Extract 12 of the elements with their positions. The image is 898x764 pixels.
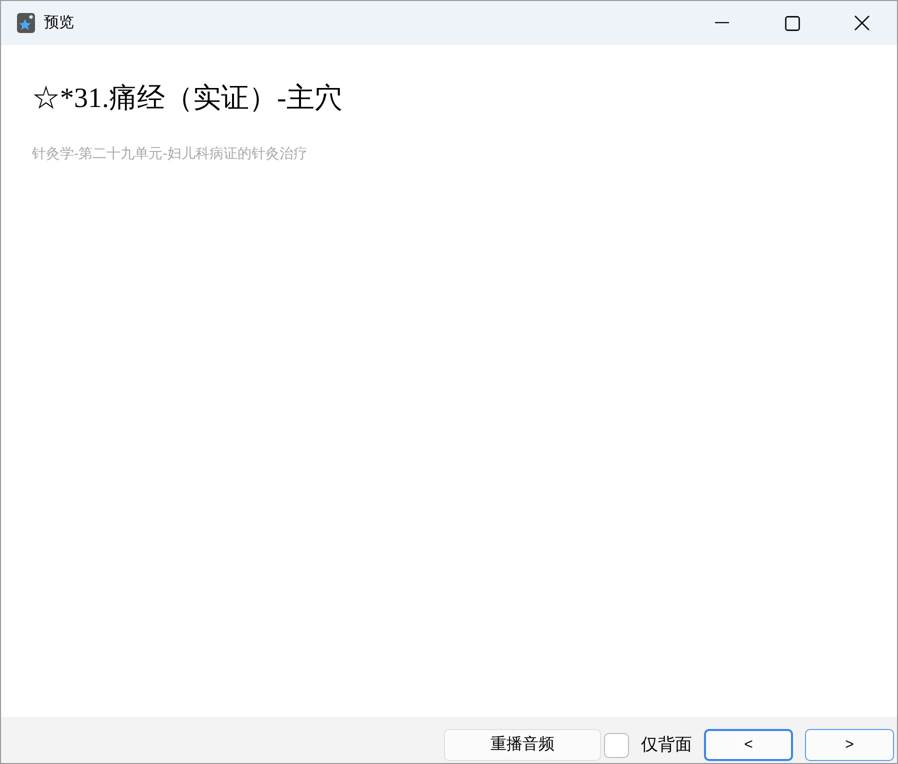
nav-button[interactable]: < [704, 729, 793, 761]
card-subtitle: 针灸学-第二十九单元-妇儿科病证的针灸治疗 [32, 144, 308, 163]
close-icon [854, 15, 870, 31]
nav-button[interactable]: > [805, 729, 894, 761]
back-only-label: 仅背面 [641, 734, 692, 756]
replay-audio-button[interactable]: 重播音频 [444, 729, 601, 761]
window-title: 预览 [44, 12, 74, 33]
maximize-icon [784, 16, 800, 30]
minimize-icon [715, 22, 729, 24]
back-only-checkbox[interactable] [604, 732, 629, 758]
card-title: ☆*31.痛经（实证）-主穴 [32, 85, 344, 113]
app-icon [17, 13, 35, 33]
